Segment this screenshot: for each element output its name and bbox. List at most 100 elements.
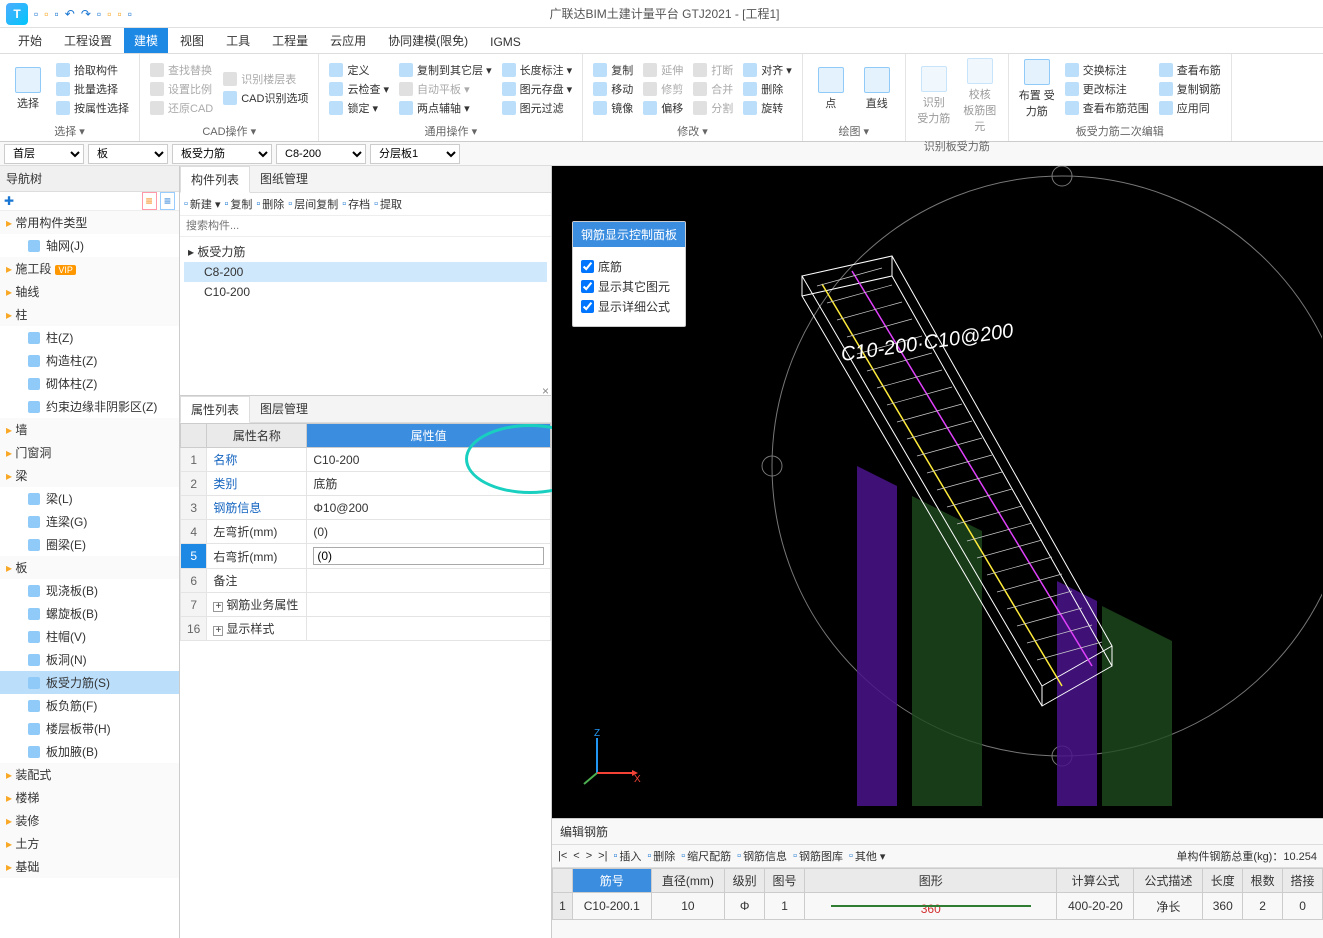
ribbon-big-0[interactable]: 选择 xyxy=(6,56,50,121)
prop-row-num-6[interactable]: 7 xyxy=(181,593,207,617)
ribbon-btn-3-3-2[interactable]: 旋转 xyxy=(739,99,796,117)
nav-section-8[interactable]: ▸ 装配式 xyxy=(0,763,179,786)
ribbon-btn-6-1-2[interactable]: 应用同 xyxy=(1155,99,1225,117)
nav-section-10[interactable]: ▸ 装修 xyxy=(0,809,179,832)
ribbon-btn-2-2-1[interactable]: 图元存盘 ▾ xyxy=(498,80,577,98)
prop-row-num-3[interactable]: 4 xyxy=(181,520,207,544)
overlay-check-1[interactable]: 显示其它图元 xyxy=(581,278,677,295)
ribbon-btn-3-3-0[interactable]: 对齐 ▾ xyxy=(739,61,796,79)
prop-val-6[interactable] xyxy=(307,593,551,617)
menu-tab-0[interactable]: 开始 xyxy=(8,28,52,53)
ribbon-btn-3-1-0[interactable]: 延伸 xyxy=(639,61,687,79)
ribbon-btn-2-1-2[interactable]: 两点辅轴 ▾ xyxy=(395,99,496,117)
menu-tab-7[interactable]: 协同建模(限免) xyxy=(378,28,478,53)
menu-tab-8[interactable]: IGMS xyxy=(480,31,531,53)
comp-item-0[interactable]: C8-200 xyxy=(184,262,547,282)
ribbon-btn-6-0-1[interactable]: 更改标注 xyxy=(1061,80,1153,98)
ribbon-btn-6-0-0[interactable]: 交换标注 xyxy=(1061,61,1153,79)
ribbon-btn-3-0-0[interactable]: 复制 xyxy=(589,61,637,79)
nav-item-7-6[interactable]: 楼层板带(H) xyxy=(0,717,179,740)
nav-section-11[interactable]: ▸ 土方 xyxy=(0,832,179,855)
qat-redo-icon[interactable]: ↷ xyxy=(81,7,91,21)
nav-item-3-0[interactable]: 柱(Z) xyxy=(0,326,179,349)
nav-section-9[interactable]: ▸ 楼梯 xyxy=(0,786,179,809)
menu-tab-6[interactable]: 云应用 xyxy=(320,28,376,53)
rebar-cell-cnt[interactable]: 2 xyxy=(1243,893,1283,920)
ribbon-btn-1-0-0[interactable]: 查找替换 xyxy=(146,61,217,79)
nav-section-6[interactable]: ▸ 梁 xyxy=(0,464,179,487)
rebar-cell-desc[interactable]: 净长 xyxy=(1134,893,1203,920)
comp-tool-1[interactable]: ▫ 复制 xyxy=(224,196,252,212)
component-tree-root[interactable]: ▸ 板受力筋 xyxy=(184,241,547,262)
3d-viewport[interactable]: C10-200·C10@200 钢筋显示控制面板 底筋 显示其它图元 显示详细公… xyxy=(552,166,1323,818)
prop-tab-0[interactable]: 属性列表 xyxy=(180,396,250,423)
rebar-tool-9[interactable]: ▫ 其他 ▾ xyxy=(849,848,885,864)
nav-section-7[interactable]: ▸ 板 xyxy=(0,556,179,579)
ribbon-big-5-0[interactable]: 识别 受力筋 xyxy=(912,56,956,136)
comp-tool-0[interactable]: ▫ 新建 ▾ xyxy=(184,196,220,212)
ribbon-btn-3-3-1[interactable]: 删除 xyxy=(739,80,796,98)
rebar-tool-1[interactable]: < xyxy=(573,850,579,862)
rebar-cell-id[interactable]: C10-200.1 xyxy=(573,893,652,920)
floor-select[interactable]: 首层 xyxy=(4,144,84,164)
nav-item-0-0[interactable]: 轴网(J) xyxy=(0,234,179,257)
nav-item-7-2[interactable]: 柱帽(V) xyxy=(0,625,179,648)
rebar-tool-8[interactable]: ▫ 钢筋图库 xyxy=(793,848,843,864)
ribbon-btn-2-1-0[interactable]: 复制到其它层 ▾ xyxy=(395,61,496,79)
nav-section-4[interactable]: ▸ 墙 xyxy=(0,418,179,441)
rebar-cell-lap[interactable]: 0 xyxy=(1283,893,1323,920)
ribbon-btn-1-1-0[interactable]: 识别楼层表 xyxy=(219,70,312,88)
prop-val-1[interactable]: 底筋 xyxy=(307,472,551,496)
nav-item-7-3[interactable]: 板洞(N) xyxy=(0,648,179,671)
nav-item-7-0[interactable]: 现浇板(B) xyxy=(0,579,179,602)
prop-row-num-5[interactable]: 6 xyxy=(181,569,207,593)
rebar-cell-len[interactable]: 360 xyxy=(1203,893,1243,920)
comp-tab-0[interactable]: 构件列表 xyxy=(180,166,250,193)
prop-row-num-2[interactable]: 3 xyxy=(181,496,207,520)
ribbon-btn-2-2-2[interactable]: 图元过滤 xyxy=(498,99,577,117)
ribbon-btn-2-0-1[interactable]: 云检查 ▾ xyxy=(325,80,393,98)
nav-item-3-1[interactable]: 构造柱(Z) xyxy=(0,349,179,372)
comp-tool-2[interactable]: ▫ 删除 xyxy=(256,196,284,212)
prop-input-4[interactable] xyxy=(313,547,544,565)
nav-section-3[interactable]: ▸ 柱 xyxy=(0,303,179,326)
component-search-input[interactable] xyxy=(180,216,551,237)
ribbon-btn-1-1-1[interactable]: CAD识别选项 xyxy=(219,89,312,107)
prop-val-3[interactable]: (0) xyxy=(307,520,551,544)
nav-item-7-5[interactable]: 板负筋(F) xyxy=(0,694,179,717)
qat-open-icon[interactable]: ▫ xyxy=(44,7,48,21)
ribbon-btn-6-0-2[interactable]: 查看布筋范围 xyxy=(1061,99,1153,117)
layer-select[interactable]: 分层板1 xyxy=(370,144,460,164)
menu-tab-1[interactable]: 工程设置 xyxy=(54,28,122,53)
nav-section-5[interactable]: ▸ 门窗洞 xyxy=(0,441,179,464)
nav-item-7-7[interactable]: 板加腋(B) xyxy=(0,740,179,763)
prop-row-num-7[interactable]: 16 xyxy=(181,617,207,641)
ribbon-btn-6-1-1[interactable]: 复制钢筋 xyxy=(1155,80,1225,98)
comp-tool-4[interactable]: ▫ 存档 xyxy=(342,196,370,212)
rebar-cell-formula[interactable]: 400-20-20 xyxy=(1057,893,1134,920)
nav-add-icon[interactable]: ✚ xyxy=(4,194,14,208)
nav-item-3-3[interactable]: 约束边缘非阴影区(Z) xyxy=(0,395,179,418)
nav-item-6-0[interactable]: 梁(L) xyxy=(0,487,179,510)
ribbon-btn-3-2-1[interactable]: 合并 xyxy=(689,80,737,98)
ribbon-big-5-1[interactable]: 校核 板筋图元 xyxy=(958,56,1002,136)
category-select[interactable]: 板 xyxy=(88,144,168,164)
nav-section-12[interactable]: ▸ 基础 xyxy=(0,855,179,878)
nav-item-6-1[interactable]: 连梁(G) xyxy=(0,510,179,533)
ribbon-btn-0-0-2[interactable]: 按属性选择 xyxy=(52,99,133,117)
nav-item-7-1[interactable]: 螺旋板(B) xyxy=(0,602,179,625)
qat-grid-icon[interactable]: ▫ xyxy=(117,7,121,21)
ribbon-btn-1-0-2[interactable]: 还原CAD xyxy=(146,99,217,117)
qat-more-icon[interactable]: ▫ xyxy=(97,7,101,21)
prop-val-5[interactable] xyxy=(307,569,551,593)
comp-tab-1[interactable]: 图纸管理 xyxy=(250,166,318,192)
ribbon-big-6[interactable]: 布置 受力筋 xyxy=(1015,56,1059,121)
subcategory-select[interactable]: 板受力筋 xyxy=(172,144,272,164)
menu-tab-3[interactable]: 视图 xyxy=(170,28,214,53)
nav-item-7-4[interactable]: 板受力筋(S) xyxy=(0,671,179,694)
rebar-tool-7[interactable]: ▫ 钢筋信息 xyxy=(737,848,787,864)
overlay-check-0[interactable]: 底筋 xyxy=(581,258,677,275)
prop-close-icon[interactable]: × xyxy=(542,384,549,398)
comp-tool-3[interactable]: ▫ 层间复制 xyxy=(288,196,338,212)
ribbon-btn-2-2-0[interactable]: 长度标注 ▾ xyxy=(498,61,577,79)
